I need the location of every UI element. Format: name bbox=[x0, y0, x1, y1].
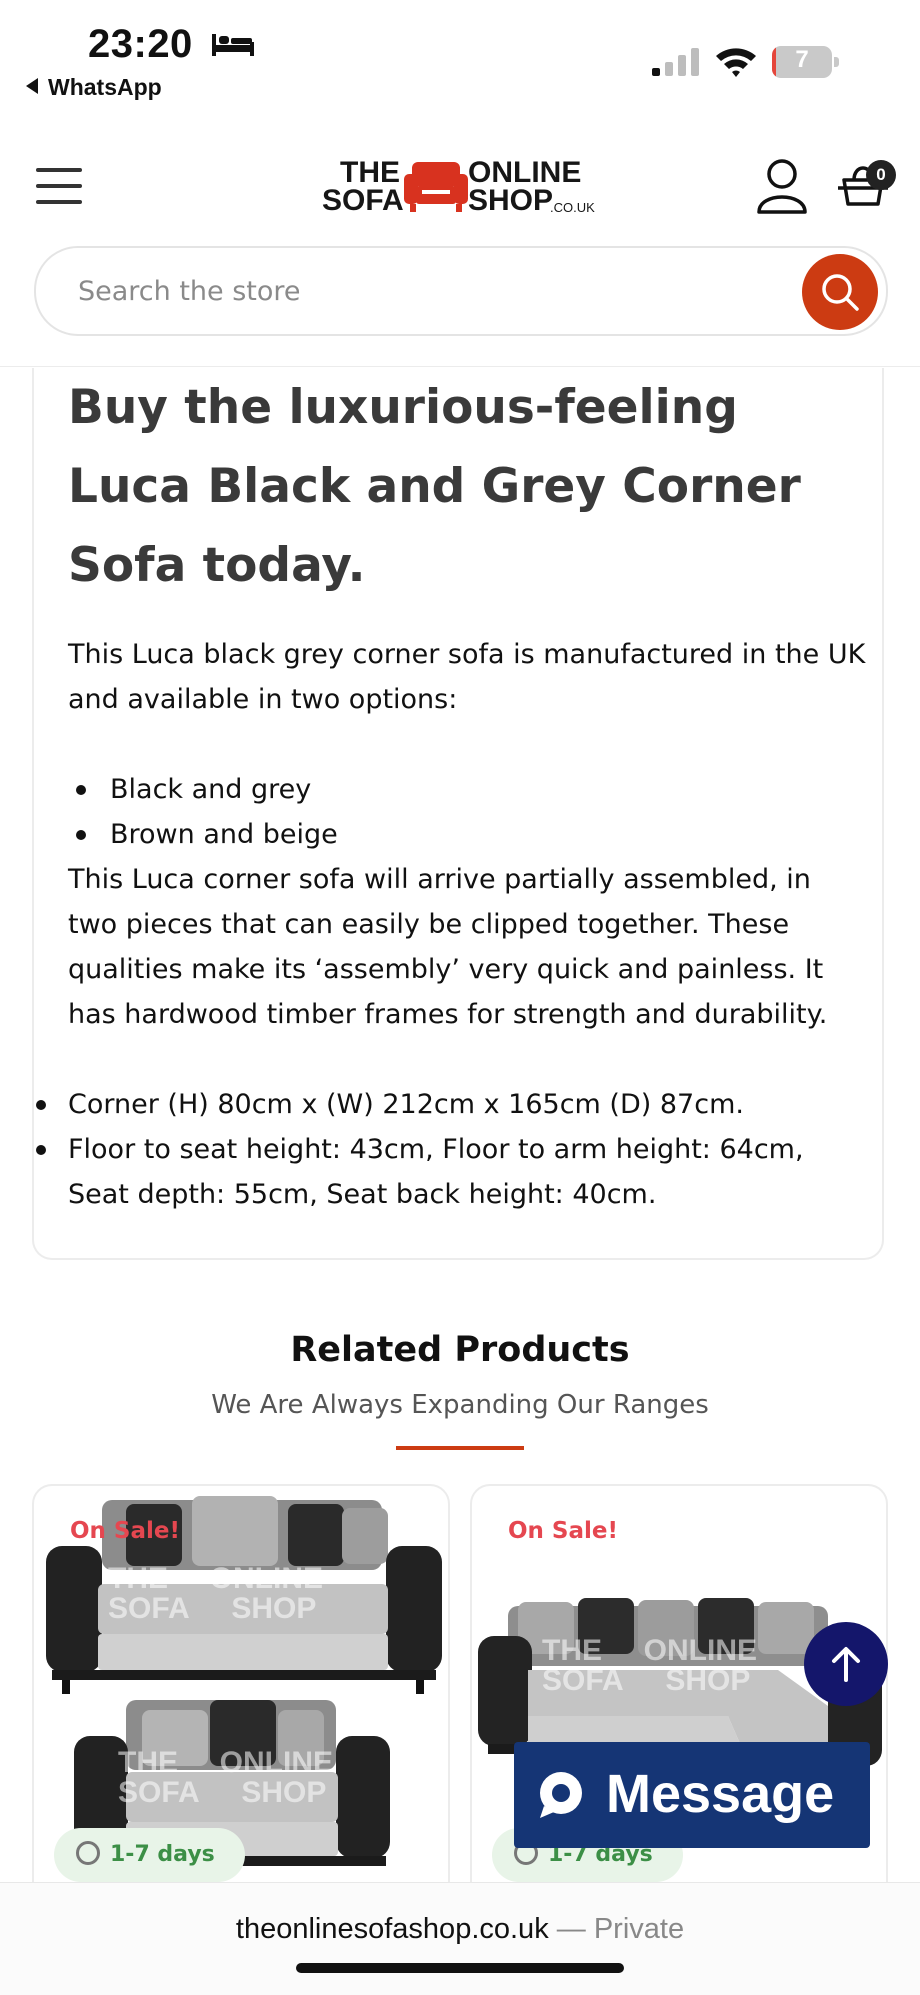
watermark-logo: THE ONLINE SOFA SHOP bbox=[542, 1634, 758, 1697]
battery-icon: 7 bbox=[772, 46, 840, 78]
header-divider bbox=[0, 366, 920, 367]
back-to-app-link[interactable]: WhatsApp bbox=[26, 74, 162, 101]
battery-level: 7 bbox=[795, 46, 809, 73]
list-item: Black and grey bbox=[68, 767, 338, 812]
color-options-list: Black and grey Brown and beige bbox=[68, 767, 338, 857]
chat-bubble-icon bbox=[540, 1772, 582, 1818]
delivery-time-badge: 1-7 days bbox=[54, 1828, 245, 1882]
watermark-logo: THE ONLINE SOFA SHOP bbox=[118, 1746, 334, 1809]
delivery-time-label: 1-7 days bbox=[110, 1842, 215, 1867]
browser-address-bar[interactable]: theonlinesofashop.co.uk — Private bbox=[0, 1882, 920, 1995]
message-label: Message bbox=[606, 1764, 835, 1824]
description-heading: Buy the luxurious-feeling Luca Black and… bbox=[68, 380, 801, 593]
list-item: Corner (H) 80cm x (W) 212cm x 165cm (D) … bbox=[36, 1082, 868, 1127]
logo-suffix: .CO.UK bbox=[550, 200, 595, 215]
user-account-icon[interactable] bbox=[756, 158, 808, 214]
watermark-logo: THE ONLINE SOFA SHOP bbox=[108, 1562, 324, 1625]
logo-word-sofa: SOFA bbox=[322, 184, 404, 217]
list-item: Floor to seat height: 43cm, Floor to arm… bbox=[36, 1127, 868, 1217]
dimensions-list: Corner (H) 80cm x (W) 212cm x 165cm (D) … bbox=[36, 1082, 868, 1217]
url-domain: theonlinesofashop.co.uk bbox=[235, 1913, 549, 1945]
url-display[interactable]: theonlinesofashop.co.uk — Private bbox=[0, 1913, 920, 1946]
sleep-mode-icon bbox=[212, 34, 254, 56]
arrow-up-icon bbox=[832, 1647, 860, 1682]
product-description-card: Buy the luxurious-feeling Luca Black and… bbox=[32, 368, 884, 1260]
clock-time: 23:20 bbox=[88, 22, 193, 66]
home-indicator[interactable] bbox=[296, 1963, 624, 1973]
sale-badge: On Sale! bbox=[70, 1518, 180, 1544]
site-header: THE SOFA ONLINE SHOP .CO.UK 0 bbox=[0, 120, 920, 370]
back-app-label: WhatsApp bbox=[48, 74, 162, 100]
cellular-signal-icon bbox=[652, 48, 699, 76]
list-item: Brown and beige bbox=[68, 812, 338, 857]
message-chat-button[interactable]: Message bbox=[514, 1742, 870, 1848]
description-intro: This Luca black grey corner sofa is manu… bbox=[68, 639, 866, 715]
sofa-set-product-image bbox=[46, 1496, 442, 1866]
product-card[interactable]: On Sale! THE ONLINE SOFA SHOP THE ONLINE S… bbox=[32, 1484, 450, 1904]
private-mode-label: — Private bbox=[548, 1913, 685, 1945]
search-icon bbox=[822, 274, 859, 311]
logo-word-shop: SHOP bbox=[468, 184, 554, 217]
related-products-subtitle: We Are Always Expanding Our Ranges bbox=[211, 1390, 709, 1420]
clock-icon bbox=[76, 1841, 100, 1865]
status-bar: 23:20 WhatsApp 7 bbox=[0, 0, 920, 110]
search-bar bbox=[34, 246, 888, 336]
sale-badge: On Sale! bbox=[508, 1518, 618, 1544]
related-products-heading: Related Products bbox=[290, 1330, 630, 1370]
search-button[interactable] bbox=[802, 254, 878, 330]
site-logo[interactable]: THE SOFA ONLINE SHOP .CO.UK bbox=[322, 156, 598, 218]
scroll-to-top-button[interactable] bbox=[804, 1622, 888, 1706]
back-arrow-icon bbox=[26, 78, 38, 94]
description-assembly: This Luca corner sofa will arrive partia… bbox=[68, 864, 828, 1030]
heading-underline bbox=[396, 1446, 524, 1450]
hamburger-menu-button[interactable] bbox=[36, 168, 82, 208]
wifi-icon bbox=[716, 48, 756, 77]
sofa-logo-icon bbox=[404, 162, 468, 212]
search-input[interactable] bbox=[76, 268, 800, 314]
cart-count-badge: 0 bbox=[866, 160, 896, 190]
